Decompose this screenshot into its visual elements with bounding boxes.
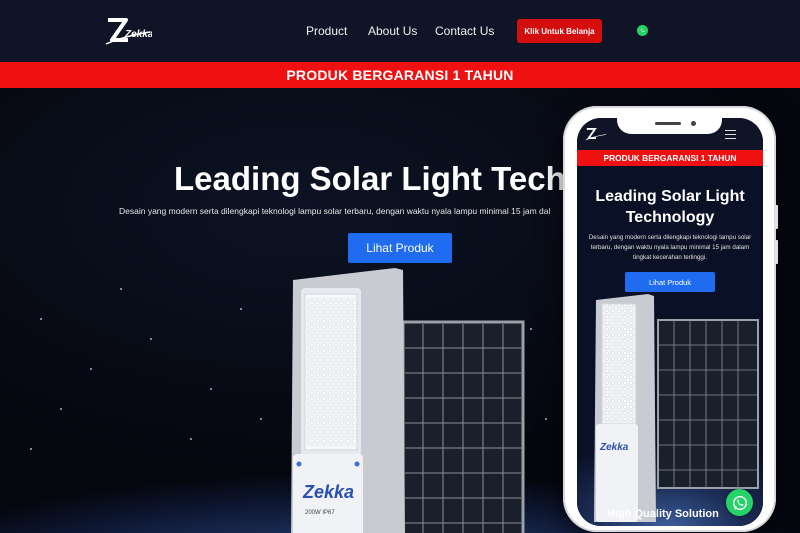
mobile-screen: PRODUK BERGARANSI 1 TAHUN Leading Solar … <box>577 118 763 526</box>
whatsapp-icon <box>732 495 747 510</box>
mobile-section-heading: High Quality Solution <box>607 508 719 520</box>
solar-street-light-image: Zekka 200W IP67 <box>291 268 525 533</box>
whatsapp-icon[interactable] <box>637 25 648 36</box>
phone-speaker <box>655 122 681 125</box>
mobile-solar-light-image: Zekka <box>594 294 759 522</box>
nav-product-link[interactable]: Product <box>306 24 347 38</box>
mobile-product-logo-text: Zekka <box>599 442 629 453</box>
mobile-warranty-banner: PRODUK BERGARANSI 1 TAHUN <box>577 150 763 166</box>
mobile-zekka-logo[interactable] <box>585 126 607 142</box>
phone-side-button <box>775 240 778 264</box>
logo-text: Zekka <box>124 29 152 40</box>
mobile-hero: Leading Solar Light Technology Desain ya… <box>577 166 763 526</box>
nav-contact-link[interactable]: Contact Us <box>435 24 494 38</box>
product-spec-text: 200W IP67 <box>305 510 335 516</box>
navbar: Zekka Product About Us Contact Us Klik U… <box>0 0 800 62</box>
hero-subtitle: Desain yang modern serta dilengkapi tekn… <box>119 206 551 216</box>
warranty-banner: PRODUK BERGARANSI 1 TAHUN <box>0 62 800 88</box>
mobile-hero-subtitle: Desain yang modern serta dilengkapi tekn… <box>588 234 752 261</box>
zekka-logo[interactable]: Zekka <box>104 14 152 48</box>
whatsapp-floating-button[interactable] <box>726 489 753 516</box>
phone-side-button <box>775 205 778 229</box>
product-logo-text: Zekka <box>302 482 354 502</box>
mobile-hero-title: Leading Solar Light Technology <box>595 188 745 226</box>
phone-camera <box>691 121 696 126</box>
hero-title: Leading Solar Light Techno <box>174 160 607 197</box>
hamburger-menu-icon[interactable] <box>725 130 736 139</box>
shop-cta-button[interactable]: Klik Untuk Belanja <box>517 19 602 43</box>
mobile-view-products-button[interactable]: Lihat Produk <box>625 272 715 292</box>
nav-about-link[interactable]: About Us <box>368 24 417 38</box>
